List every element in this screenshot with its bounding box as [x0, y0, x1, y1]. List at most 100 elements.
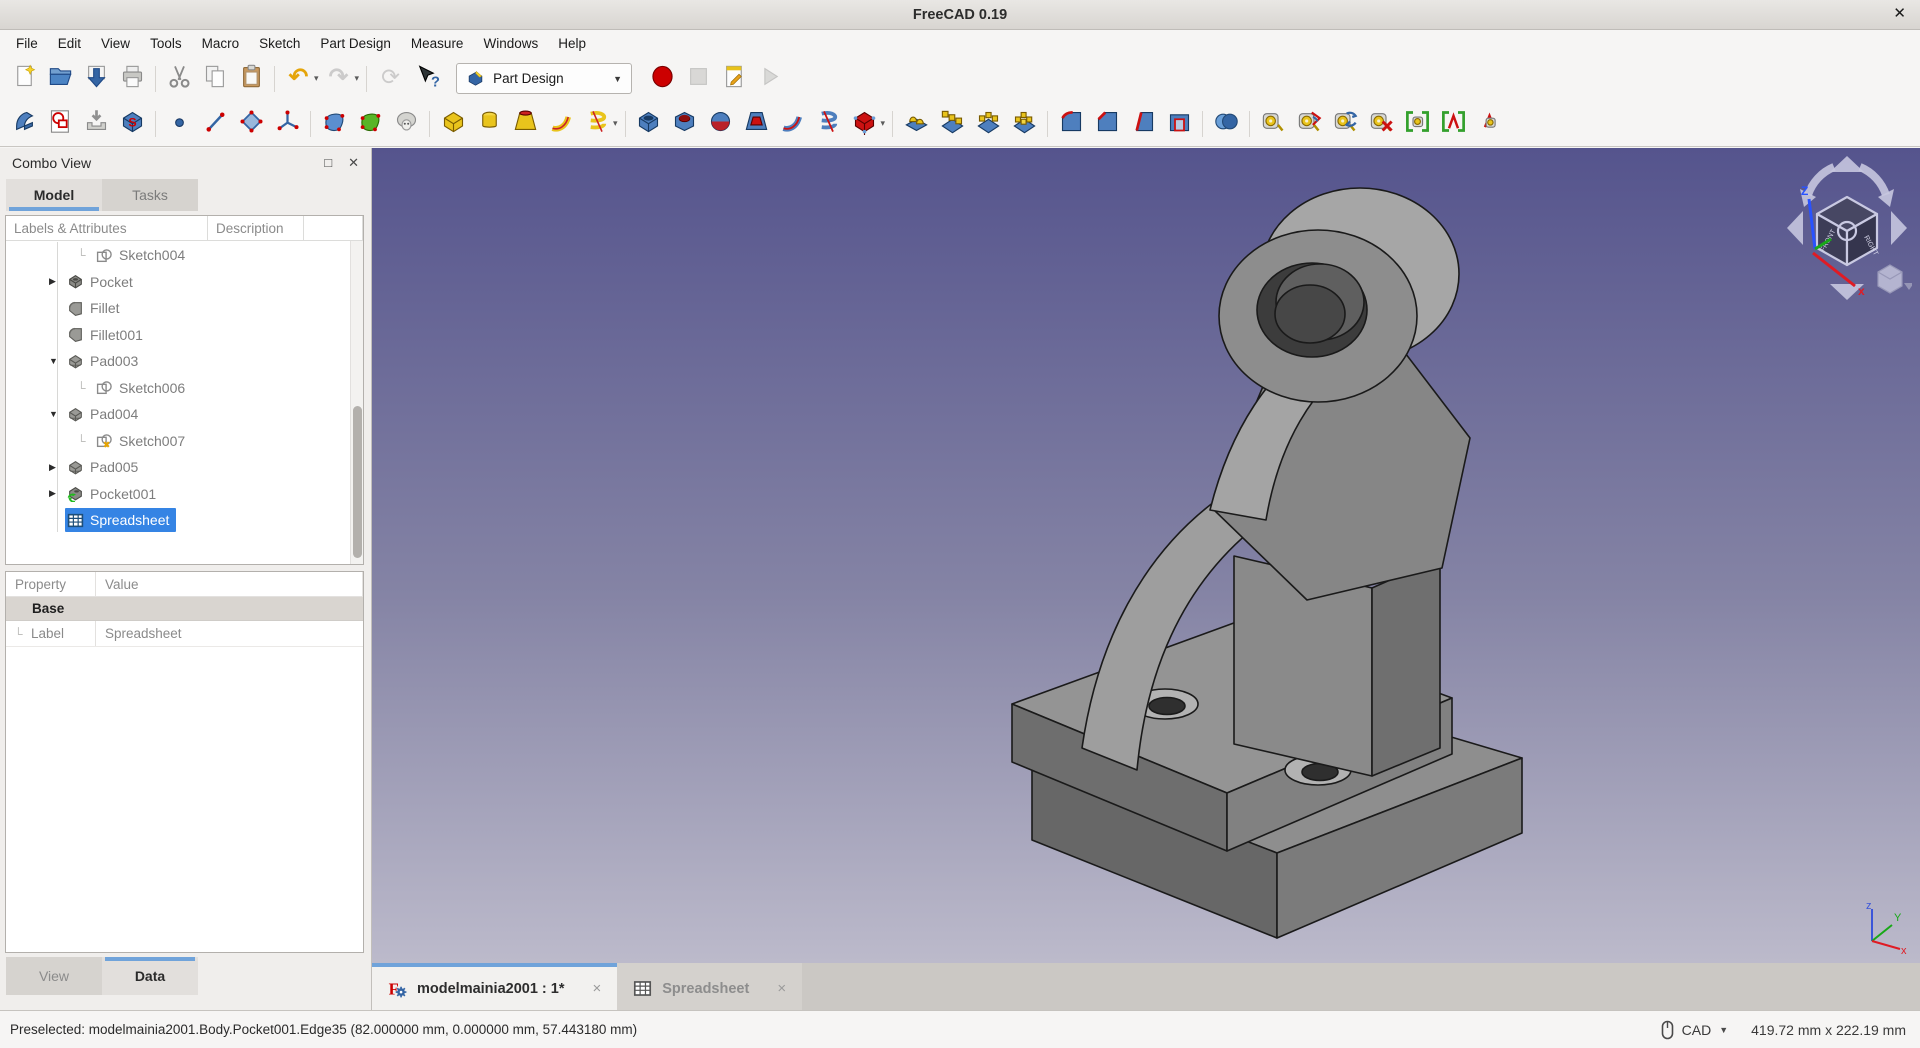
3d-scene[interactable] — [372, 148, 1920, 963]
tree-item-pad005[interactable]: ▶Pad005 — [6, 454, 350, 481]
redo-button[interactable]: ↷ — [322, 62, 356, 96]
polar-pattern-button[interactable] — [971, 107, 1005, 141]
navcube-cube[interactable] — [1817, 197, 1877, 265]
tree-item-pad003[interactable]: ▼Pad003 — [6, 348, 350, 375]
property-row-label[interactable]: └LabelSpreadsheet — [6, 621, 363, 647]
tab-data[interactable]: Data — [102, 957, 198, 995]
dock-float-button[interactable]: □ — [324, 155, 332, 171]
draft-button[interactable] — [1126, 107, 1160, 141]
refresh-button[interactable]: ⟳ — [373, 62, 407, 96]
multitransform-button[interactable] — [1007, 107, 1041, 141]
menu-edit[interactable]: Edit — [48, 33, 91, 54]
additive-pipe-button[interactable] — [544, 107, 578, 141]
linear-pattern-button[interactable] — [935, 107, 969, 141]
additive-helix-dropdown[interactable]: ▾ — [613, 118, 618, 129]
fillet-button[interactable] — [1054, 107, 1088, 141]
chamfer-button[interactable] — [1090, 107, 1124, 141]
navcube-rotate-right[interactable] — [1860, 167, 1886, 195]
measure-clear-all-button[interactable] — [1364, 107, 1398, 141]
datum-plane-button[interactable] — [234, 107, 268, 141]
navcube-arrow-up[interactable] — [1830, 156, 1864, 172]
subtractive-primitive-button[interactable] — [848, 107, 882, 141]
pad-button[interactable] — [436, 107, 470, 141]
tree-item-pad004[interactable]: ▼Pad004 — [6, 401, 350, 428]
navcube-rotate-left[interactable] — [1808, 167, 1834, 195]
navcube-arrow-right[interactable] — [1891, 211, 1907, 245]
subtractive-loft-button[interactable] — [740, 107, 774, 141]
subtractive-primitive-dropdown[interactable]: ▾ — [881, 118, 886, 129]
macro-execute-button[interactable] — [753, 62, 787, 96]
pocket-button[interactable] — [632, 107, 666, 141]
tab-model[interactable]: Model — [6, 179, 102, 211]
menu-view[interactable]: View — [91, 33, 140, 54]
workbench-selector[interactable]: Part Design▼ — [456, 63, 632, 94]
tree-item-fillet[interactable]: Fillet — [6, 295, 350, 322]
shape-binder-button[interactable] — [317, 107, 351, 141]
tree-item-fillet001[interactable]: Fillet001 — [6, 322, 350, 349]
menu-macro[interactable]: Macro — [192, 33, 250, 54]
navcube-menu-arrow[interactable] — [1904, 283, 1912, 290]
document-tab-close[interactable]: × — [593, 980, 602, 997]
new-document-button[interactable] — [7, 62, 41, 96]
document-tab-close[interactable]: × — [777, 980, 786, 997]
menu-sketch[interactable]: Sketch — [249, 33, 310, 54]
whats-this-button[interactable]: ? — [409, 62, 443, 96]
tree-item-sketch006[interactable]: └Sketch006 — [6, 375, 350, 402]
tree-item-pocket[interactable]: ▶Pocket — [6, 269, 350, 296]
paste-button[interactable] — [234, 62, 268, 96]
tab-view[interactable]: View — [6, 957, 102, 995]
tree-scrollbar[interactable] — [350, 241, 363, 564]
undo-button[interactable]: ↶ — [281, 62, 315, 96]
macro-record-button[interactable] — [645, 62, 679, 96]
expander-pad004[interactable]: ▼ — [49, 409, 65, 419]
macro-edit-button[interactable] — [717, 62, 751, 96]
create-body-button[interactable] — [7, 107, 41, 141]
tree-item-sketch004[interactable]: └Sketch004 — [6, 242, 350, 269]
measure-refresh-button[interactable] — [1328, 107, 1362, 141]
print-button[interactable] — [115, 62, 149, 96]
property-value[interactable]: Spreadsheet — [96, 621, 363, 646]
toggle-delta-dimensions-button[interactable] — [1472, 107, 1506, 141]
additive-helix-button[interactable] — [580, 107, 614, 141]
mirrored-button[interactable] — [899, 107, 933, 141]
expander-pocket[interactable]: ▶ — [49, 276, 65, 287]
open-document-button[interactable] — [43, 62, 77, 96]
datum-point-button[interactable] — [162, 107, 196, 141]
navcube-arrow-left[interactable] — [1787, 211, 1803, 245]
clone-button[interactable] — [389, 107, 423, 141]
toggle-all-dimensions-button[interactable] — [1400, 107, 1434, 141]
save-document-button[interactable] — [79, 62, 113, 96]
subtractive-helix-button[interactable] — [812, 107, 846, 141]
create-sketch-button[interactable] — [43, 107, 77, 141]
navcube-mini-cube[interactable] — [1878, 265, 1902, 293]
navigation-cube[interactable]: FRONT RIGHT Z x — [1782, 153, 1912, 303]
expander-pad003[interactable]: ▼ — [49, 356, 65, 366]
3d-viewport[interactable]: FRONT RIGHT Z x z Y x — [372, 148, 1920, 963]
tree-item-spreadsheet[interactable]: Spreadsheet — [6, 507, 350, 534]
dock-close-button[interactable]: ✕ — [348, 155, 359, 171]
expander-pocket001[interactable]: ▶ — [49, 488, 65, 499]
document-tab-modelmainia2001-1[interactable]: Fmodelmainia2001 : 1*× — [372, 963, 617, 1010]
tab-tasks[interactable]: Tasks — [102, 179, 198, 211]
additive-loft-button[interactable] — [508, 107, 542, 141]
measure-angular-button[interactable] — [1292, 107, 1326, 141]
map-sketch-to-face-button[interactable]: S — [115, 107, 149, 141]
tree-item-pocket001[interactable]: ▶Pocket001 — [6, 481, 350, 508]
sub-shape-binder-button[interactable] — [353, 107, 387, 141]
menu-help[interactable]: Help — [548, 33, 596, 54]
menu-part-design[interactable]: Part Design — [310, 33, 401, 54]
groove-button[interactable] — [704, 107, 738, 141]
tree-scrollbar-thumb[interactable] — [353, 406, 362, 558]
cut-button[interactable] — [162, 62, 196, 96]
tree-item-sketch007[interactable]: └Sketch007 — [6, 428, 350, 455]
local-coordinate-system-button[interactable] — [270, 107, 304, 141]
thickness-button[interactable] — [1162, 107, 1196, 141]
subtractive-pipe-button[interactable] — [776, 107, 810, 141]
toggle-3d-dimensions-button[interactable] — [1436, 107, 1470, 141]
datum-line-button[interactable] — [198, 107, 232, 141]
copy-button[interactable] — [198, 62, 232, 96]
menu-measure[interactable]: Measure — [401, 33, 474, 54]
window-close-button[interactable]: ✕ — [1893, 6, 1906, 21]
menu-file[interactable]: File — [6, 33, 48, 54]
boolean-operation-button[interactable] — [1209, 107, 1243, 141]
